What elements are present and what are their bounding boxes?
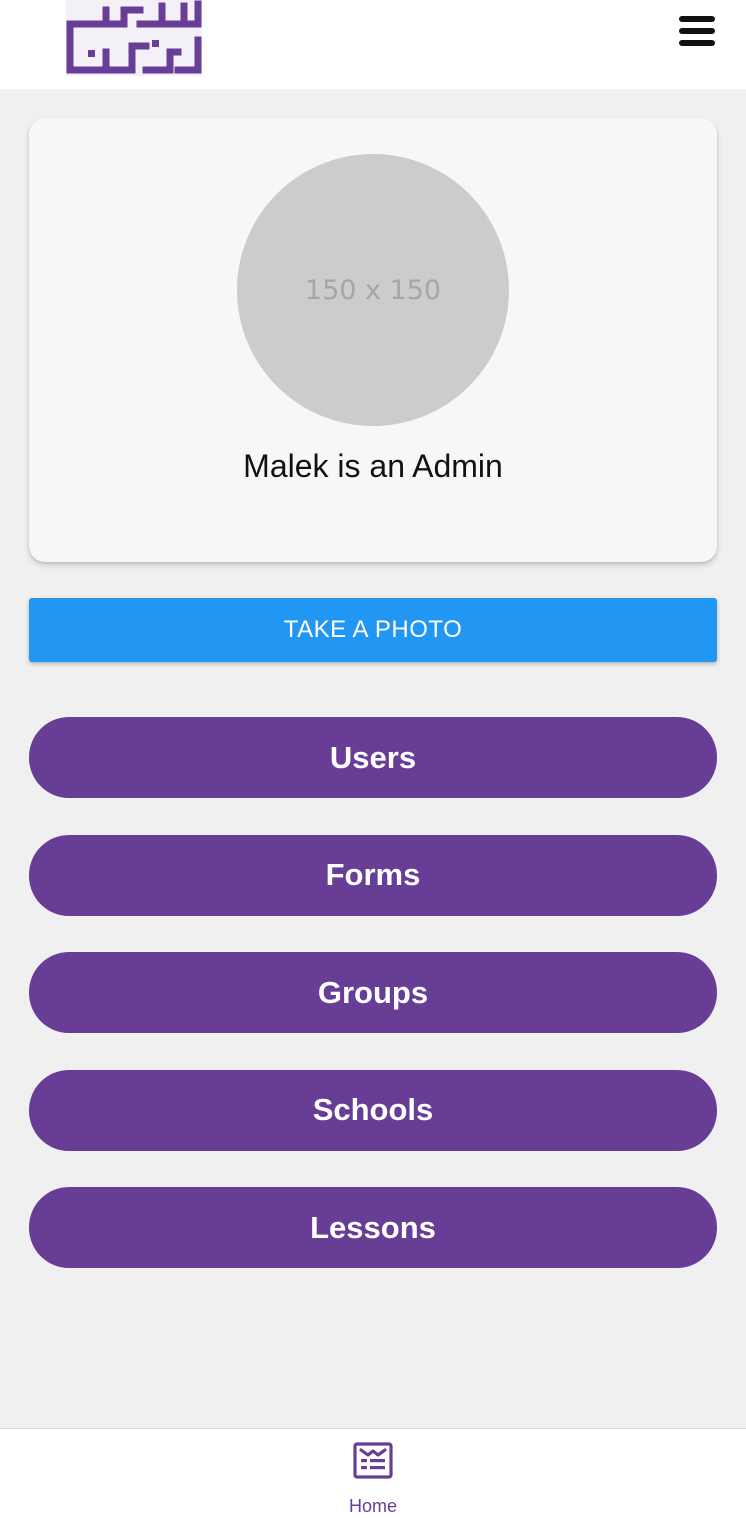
menu-bar (679, 28, 715, 34)
app-logo[interactable] (66, 0, 202, 76)
home-tab-label: Home (348, 1496, 397, 1516)
newspaper-icon (353, 1442, 393, 1479)
avatar: 150 x 150 (237, 154, 509, 426)
lessons-button[interactable]: Lessons (29, 1187, 717, 1268)
logo-graphic (66, 0, 202, 74)
hamburger-menu-icon[interactable] (677, 14, 717, 48)
main-nav: Users Forms Groups Schools Lessons (29, 717, 717, 1305)
users-button[interactable]: Users (29, 717, 717, 798)
groups-button[interactable]: Groups (29, 952, 717, 1033)
profile-name: Malek is an Admin (243, 448, 503, 484)
menu-bar (679, 16, 715, 22)
schools-button[interactable]: Schools (29, 1069, 717, 1151)
take-photo-button[interactable]: TAKE A PHOTO (29, 598, 717, 662)
menu-bar (679, 40, 715, 46)
app-screen: 150 x 150 Malek is an Admin TAKE A PHOTO… (0, 0, 746, 1518)
avatar-placeholder-text: 150 x 150 (304, 274, 442, 306)
forms-button[interactable]: Forms (29, 834, 717, 916)
profile-card: 150 x 150 Malek is an Admin (29, 118, 717, 562)
top-header (0, 0, 746, 89)
home-tab[interactable]: Home (323, 1437, 423, 1517)
bottom-nav-bar: Home (0, 1428, 746, 1518)
